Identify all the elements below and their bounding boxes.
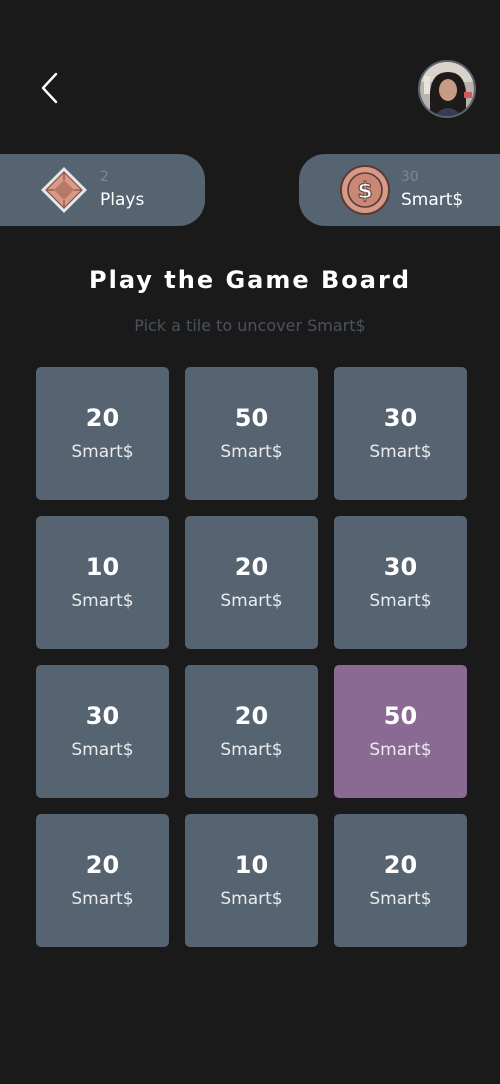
user-avatar-image <box>420 62 474 116</box>
tile-value: 50 <box>234 404 269 432</box>
tile-unit: Smart$ <box>71 442 134 462</box>
board-tile[interactable]: 20 Smart$ <box>334 814 467 947</box>
plays-count: 2 <box>100 169 109 186</box>
board-tile[interactable]: 30 Smart$ <box>36 665 169 798</box>
board-tile[interactable]: 30 Smart$ <box>334 367 467 500</box>
diamond-gem-icon <box>41 167 87 213</box>
tile-value: 30 <box>85 702 120 730</box>
dollar-coin-icon: $ <box>340 165 390 215</box>
game-board: 20 Smart$ 50 Smart$ 30 Smart$ 10 Smart$ … <box>36 367 468 947</box>
page-subtitle: Pick a tile to uncover Smart$ <box>134 316 366 335</box>
tile-unit: Smart$ <box>71 889 134 909</box>
smart-balance-label: Smart$ <box>401 190 464 211</box>
svg-text:$: $ <box>357 179 372 204</box>
board-tile[interactable]: 20 Smart$ <box>36 367 169 500</box>
tile-value: 30 <box>383 553 418 581</box>
smart-balance-value: 30 <box>401 169 419 186</box>
tile-unit: Smart$ <box>220 442 283 462</box>
tile-unit: Smart$ <box>71 740 134 760</box>
board-tile[interactable]: 20 Smart$ <box>36 814 169 947</box>
tile-value: 20 <box>85 404 120 432</box>
plays-label: Plays <box>100 190 145 211</box>
board-tile[interactable]: 20 Smart$ <box>185 665 318 798</box>
tile-unit: Smart$ <box>369 442 432 462</box>
tile-value: 20 <box>234 702 269 730</box>
board-tile[interactable]: 30 Smart$ <box>334 516 467 649</box>
board-tile-selected[interactable]: 50 Smart$ <box>334 665 467 798</box>
tile-value: 20 <box>234 553 269 581</box>
tile-unit: Smart$ <box>71 591 134 611</box>
tile-unit: Smart$ <box>369 889 432 909</box>
tile-value: 20 <box>85 851 120 879</box>
tile-unit: Smart$ <box>369 740 432 760</box>
board-tile[interactable]: 10 Smart$ <box>36 516 169 649</box>
tile-value: 20 <box>383 851 418 879</box>
tile-unit: Smart$ <box>220 591 283 611</box>
tile-unit: Smart$ <box>369 591 432 611</box>
plays-card: 2 Plays <box>0 154 205 226</box>
page-title: Play the Game Board <box>89 266 411 294</box>
tile-value: 30 <box>383 404 418 432</box>
back-button[interactable] <box>30 68 70 108</box>
board-tile[interactable]: 50 Smart$ <box>185 367 318 500</box>
avatar[interactable] <box>418 60 476 118</box>
board-tile[interactable]: 20 Smart$ <box>185 516 318 649</box>
tile-unit: Smart$ <box>220 889 283 909</box>
tile-value: 10 <box>234 851 269 879</box>
tile-unit: Smart$ <box>220 740 283 760</box>
chevron-left-icon <box>41 72 58 104</box>
board-tile[interactable]: 10 Smart$ <box>185 814 318 947</box>
tile-value: 10 <box>85 553 120 581</box>
smart-balance-card: $ 30 Smart$ <box>299 154 500 226</box>
tile-value: 50 <box>383 702 418 730</box>
